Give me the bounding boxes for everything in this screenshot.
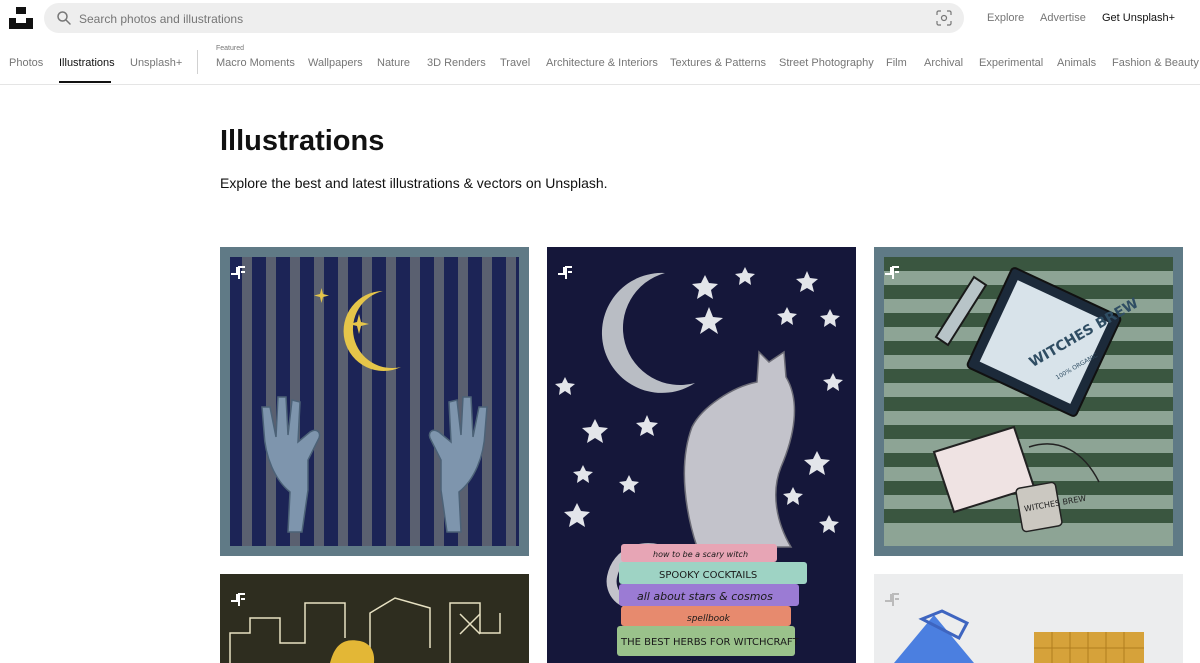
unsplash-logo-icon[interactable] xyxy=(9,7,33,29)
visual-search-icon[interactable] xyxy=(936,10,952,26)
nav-illustrations[interactable]: Illustrations xyxy=(59,57,115,69)
nav-topic-nature[interactable]: Nature xyxy=(377,57,410,69)
featured-label: Featured xyxy=(216,45,245,52)
topic-nav: Photos Illustrations Unsplash+ Featured … xyxy=(0,38,1200,85)
get-unsplash-plus-link[interactable]: Get Unsplash+ xyxy=(1102,12,1175,24)
illustration-witches-brew-tea[interactable]: WITCHES BREW 100% ORGANIC WITCHES BREW xyxy=(874,247,1183,556)
nav-topic-street-photography[interactable]: Street Photography xyxy=(779,57,874,69)
nav-topic-textures-patterns[interactable]: Textures & Patterns xyxy=(670,57,766,69)
top-header: Explore Advertise Get Unsplash+ xyxy=(0,0,1200,38)
nav-topic-film[interactable]: Film xyxy=(886,57,907,69)
page-subtitle: Explore the best and latest illustration… xyxy=(220,175,608,191)
nav-topic-macro-moments[interactable]: Macro Moments xyxy=(216,57,295,69)
book-title-4: spellbook xyxy=(687,614,731,624)
book-title-1: how to be a scary witch xyxy=(653,550,748,559)
nav-topic-animals[interactable]: Animals xyxy=(1057,57,1096,69)
nav-topic-archival[interactable]: Archival xyxy=(924,57,963,69)
nav-photos[interactable]: Photos xyxy=(9,57,43,69)
illustration-hands-moon[interactable] xyxy=(220,247,529,556)
explore-link[interactable]: Explore xyxy=(987,12,1024,24)
illustration-cat-on-books[interactable]: how to be a scary witch SPOOKY COCKTAILS… xyxy=(547,247,856,663)
nav-topic-architecture-interiors[interactable]: Architecture & Interiors xyxy=(546,57,658,69)
illustration-3d-shapes[interactable] xyxy=(874,574,1183,663)
book-title-5: THE BEST HERBS FOR WITCHCRAFT xyxy=(620,637,799,648)
nav-topic-3d-renders[interactable]: 3D Renders xyxy=(427,57,486,69)
nav-topic-fashion-beauty[interactable]: Fashion & Beauty xyxy=(1112,57,1199,69)
book-title-3: all about stars & cosmos xyxy=(637,590,773,603)
nav-topic-travel[interactable]: Travel xyxy=(500,57,530,69)
search-bar[interactable] xyxy=(44,3,964,33)
nav-unsplash-plus[interactable]: Unsplash+ xyxy=(130,57,182,69)
book-title-2: SPOOKY COCKTAILS xyxy=(659,570,757,581)
nav-topic-experimental[interactable]: Experimental xyxy=(979,57,1043,69)
advertise-link[interactable]: Advertise xyxy=(1040,12,1086,24)
nav-topic-wallpapers[interactable]: Wallpapers xyxy=(308,57,363,69)
page-title: Illustrations xyxy=(220,125,385,157)
nav-divider xyxy=(197,50,198,74)
search-icon[interactable] xyxy=(56,10,72,26)
active-tab-underline xyxy=(59,81,111,83)
search-input[interactable] xyxy=(77,8,931,30)
illustration-abstract-lines[interactable] xyxy=(220,574,529,663)
